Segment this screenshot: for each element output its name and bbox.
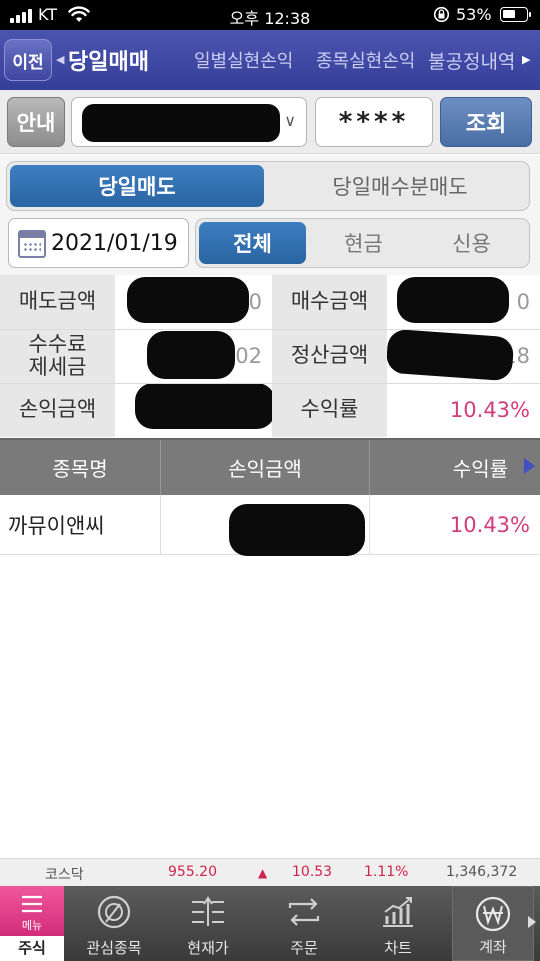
menu-stock-label: 주식	[0, 936, 64, 961]
table-row[interactable]: 까뮤이앤씨 10.43%	[0, 495, 540, 556]
up-triangle-icon: ▲	[258, 866, 268, 880]
back-button[interactable]: 이전	[4, 39, 52, 81]
status-bar: KT 오후 12:38 53%	[0, 0, 540, 30]
battery-icon	[500, 7, 531, 22]
column-header-return[interactable]: 수익률	[370, 440, 520, 495]
nav-scroll-right-icon[interactable]: ▶	[522, 53, 530, 66]
divider	[0, 383, 540, 384]
redaction-mark	[135, 383, 272, 429]
password-field[interactable]: ****	[315, 97, 433, 147]
sell-amount-label: 매도금액	[0, 275, 115, 329]
hamburger-icon	[22, 895, 42, 913]
sell-amount-value: 0	[115, 275, 272, 329]
pnl-cell	[161, 495, 369, 556]
price-list-icon	[192, 896, 224, 926]
buy-amount-label: 매수금액	[272, 275, 387, 329]
battery-percent: 53%	[456, 5, 492, 24]
calendar-icon[interactable]	[18, 230, 46, 258]
tab-daily-trade[interactable]: 당일매매	[68, 44, 149, 76]
segment-today-sell[interactable]: 당일매도	[10, 165, 264, 207]
table-header: 종목명 손익금액 수익률	[0, 438, 540, 495]
redaction-mark	[397, 277, 509, 323]
chevron-down-icon: ∨	[284, 111, 296, 130]
tab-watchlist[interactable]: 관심종목	[73, 886, 155, 961]
redaction-mark	[387, 329, 515, 382]
trade-type-segment: 당일매도 당일매수분매도	[6, 161, 530, 211]
column-header-stock-name[interactable]: 종목명	[0, 440, 160, 495]
menu-button[interactable]: 메뉴 주식	[0, 886, 64, 961]
menu-label: 메뉴	[21, 919, 43, 932]
segment-cash[interactable]: 현금	[310, 222, 417, 264]
stock-name-cell: 까뮤이앤씨	[8, 513, 105, 538]
tabbar-scroll-right-icon[interactable]	[528, 916, 536, 928]
nav-scroll-left-icon[interactable]: ◀	[56, 53, 64, 66]
tab-stock-realized-pnl[interactable]: 종목실현손익	[316, 47, 415, 73]
redaction-mark	[147, 331, 235, 379]
tab-chart[interactable]: 차트	[357, 886, 439, 961]
index-change-pct: 1.11%	[364, 864, 409, 880]
index-value: 955.20	[168, 864, 217, 880]
orientation-lock-icon	[433, 6, 450, 23]
account-type-segment: 전체 현금 신용	[195, 218, 530, 268]
account-search-row: 안내 ∨ **** 조회	[0, 90, 540, 154]
query-button[interactable]: 조회	[440, 97, 532, 147]
segment-credit[interactable]: 신용	[418, 222, 525, 264]
order-swap-icon	[288, 898, 320, 926]
return-label: 수익률	[272, 383, 387, 437]
summary-grid: 매도금액 0 매수금액 0 수수료 제세금 02 정산금액 18 손익금액 8 …	[0, 275, 540, 437]
market-ticker[interactable]: 코스닥 955.20 ▲ 10.53 1.11% 1,346,372	[0, 858, 540, 886]
account-redaction	[82, 104, 280, 142]
buy-amount-value: 0	[387, 275, 540, 329]
index-name: 코스닥	[45, 867, 84, 883]
pnl-label: 손익금액	[0, 383, 115, 437]
return-cell: 10.43%	[449, 512, 530, 537]
column-header-pnl[interactable]: 손익금액	[161, 440, 369, 495]
divider	[0, 329, 540, 330]
bottom-tab-bar: 관심종목 현재가 주문 차트 계좌	[0, 886, 540, 961]
tab-account[interactable]: 계좌	[452, 886, 534, 961]
date-picker[interactable]: 2021/01/19	[8, 218, 189, 268]
chart-icon	[383, 897, 413, 927]
guide-button[interactable]: 안내	[7, 97, 65, 147]
watchlist-icon	[97, 895, 131, 929]
fee-tax-label: 수수료 제세금	[0, 329, 115, 383]
tab-watchlist-label: 관심종목	[86, 939, 142, 957]
won-coin-icon	[475, 896, 511, 932]
index-volume: 1,346,372	[446, 864, 518, 880]
redaction-mark	[127, 277, 249, 323]
redaction-mark	[229, 504, 365, 556]
nav-bar: 이전 ◀ 당일매매 일별실현손익 종목실현손익 불공정내역 ▶	[0, 30, 540, 90]
tab-order-label: 주문	[290, 939, 318, 957]
return-value: 10.43%	[387, 383, 540, 437]
tab-current-price[interactable]: 현재가	[167, 886, 249, 961]
settlement-value: 18	[387, 329, 540, 383]
date-value: 2021/01/19	[51, 231, 178, 256]
segment-today-buy-sell[interactable]: 당일매수분매도	[273, 165, 527, 207]
segment-all[interactable]: 전체	[199, 222, 306, 264]
tab-order[interactable]: 주문	[263, 886, 345, 961]
index-change: 10.53	[292, 864, 333, 880]
fee-tax-value: 02	[115, 329, 272, 383]
tab-account-label: 계좌	[479, 938, 507, 956]
tab-unfair-history[interactable]: 불공정내역	[428, 47, 515, 74]
tab-daily-realized-pnl[interactable]: 일별실현손익	[194, 47, 293, 73]
account-select[interactable]: ∨	[71, 97, 307, 147]
settlement-label: 정산금액	[272, 329, 387, 383]
filter-area: 당일매도 당일매수분매도 2021/01/19 전체 현금 신용	[0, 155, 540, 275]
pnl-value: 8	[115, 383, 272, 437]
tab-chart-label: 차트	[384, 939, 412, 957]
scroll-columns-right-icon[interactable]	[524, 458, 535, 474]
tab-current-price-label: 현재가	[187, 939, 229, 957]
